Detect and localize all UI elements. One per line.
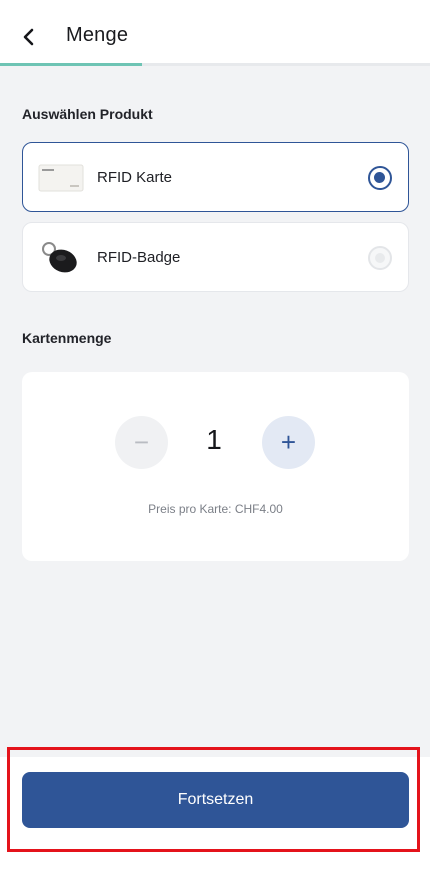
progress-track — [0, 63, 430, 66]
radio-unselected[interactable] — [368, 246, 392, 270]
quantity-value: 1 — [206, 424, 222, 455]
rfid-card-thumbnail — [37, 160, 85, 196]
quantity-card: − 1 + Preis pro Karte: CHF4.00 — [22, 372, 409, 561]
price-per-card: Preis pro Karte: CHF4.00 — [148, 502, 283, 516]
product-label: RFID Karte — [97, 169, 173, 186]
decrement-button[interactable]: − — [115, 416, 168, 469]
product-option-rfid-badge[interactable]: RFID-Badge — [22, 222, 409, 292]
progress-bar — [0, 63, 142, 66]
product-section-label: Auswählen Produkt — [22, 106, 153, 122]
chevron-left-icon — [23, 28, 34, 46]
top-bar: Menge — [0, 0, 430, 66]
quantity-section-label: Kartenmenge — [22, 330, 112, 346]
product-label: RFID-Badge — [97, 249, 181, 266]
continue-button[interactable]: Fortsetzen — [22, 772, 409, 828]
radio-selected[interactable] — [368, 166, 392, 190]
increment-button[interactable]: + — [262, 416, 315, 469]
page-title: Menge — [66, 24, 129, 46]
minus-icon: − — [133, 427, 150, 457]
back-button[interactable] — [14, 22, 44, 52]
plus-icon: + — [280, 427, 297, 457]
rfid-badge-thumbnail — [37, 240, 85, 276]
product-option-rfid-card[interactable]: RFID Karte — [22, 142, 409, 212]
